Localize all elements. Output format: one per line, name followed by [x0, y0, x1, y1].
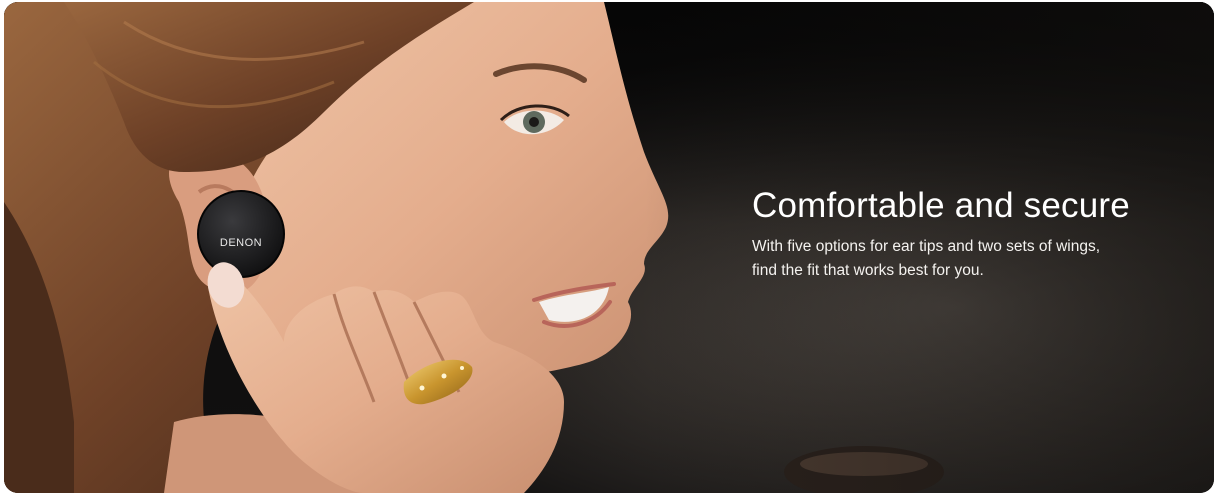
hero-banner: DENON Comfortable and secure With five o… — [4, 2, 1214, 493]
hero-description-line: With five options for ear tips and two s… — [752, 238, 1101, 255]
hero-copy: Comfortable and secure With five options… — [752, 185, 1172, 283]
hero-headline: Comfortable and secure — [752, 186, 1130, 225]
earbud-logo: DENON — [220, 237, 262, 249]
hero-description-line: find the fit that works best for you. — [752, 262, 984, 279]
hero-description: With five options for ear tips and two s… — [752, 235, 1172, 283]
